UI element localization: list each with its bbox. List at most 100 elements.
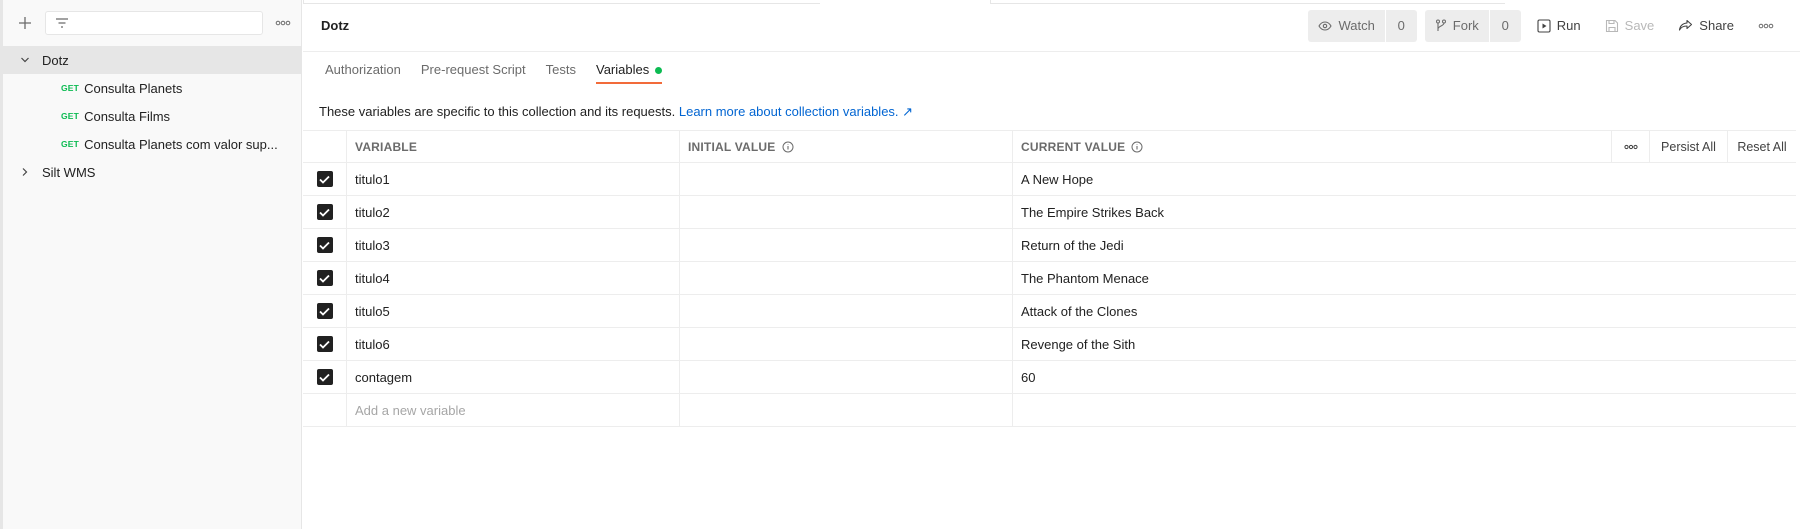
filter-input[interactable]: [45, 11, 263, 35]
share-button[interactable]: Share: [1670, 10, 1742, 42]
fork-count[interactable]: 0: [1488, 9, 1521, 42]
tab-authorization[interactable]: Authorization: [315, 60, 411, 92]
checkbox-cell: [303, 361, 347, 393]
collection-item-silt-wms[interactable]: Silt WMS: [3, 158, 301, 186]
initial-value-cell[interactable]: [680, 229, 1013, 261]
variable-name-cell[interactable]: titulo1: [347, 163, 680, 195]
header-initial-value: INITIAL VALUE: [680, 131, 1013, 162]
checkbox-cell: [303, 295, 347, 327]
page-title: Dotz: [321, 18, 350, 33]
current-value-cell[interactable]: The Empire Strikes Back: [1013, 196, 1796, 228]
enable-checkbox[interactable]: [316, 237, 333, 253]
chevron-down-icon[interactable]: [18, 53, 32, 67]
initial-value-cell[interactable]: [680, 394, 1013, 426]
header-more-button[interactable]: [1750, 10, 1782, 42]
request-item-consulta-films[interactable]: GET Consulta Films: [3, 102, 301, 130]
new-collection-button[interactable]: [13, 11, 37, 35]
header-checkbox-cell: [303, 131, 347, 162]
check-icon: [319, 307, 330, 316]
current-value-cell[interactable]: [1013, 394, 1796, 426]
enable-checkbox[interactable]: [316, 204, 333, 220]
current-value-cell[interactable]: 60: [1013, 361, 1796, 393]
table-more-button[interactable]: [1612, 131, 1650, 162]
watch-count[interactable]: 0: [1384, 9, 1417, 42]
initial-value-cell[interactable]: [680, 295, 1013, 327]
run-button[interactable]: Run: [1529, 10, 1589, 42]
request-method: GET: [61, 139, 80, 149]
current-value-cell[interactable]: Return of the Jedi: [1013, 229, 1796, 261]
add-variable-row: Add a new variable: [303, 394, 1796, 427]
learn-more-link[interactable]: Learn more about collection variables. ↗: [679, 104, 913, 119]
persist-all-button[interactable]: Persist All: [1650, 131, 1728, 162]
run-label: Run: [1556, 18, 1581, 33]
request-name: Consulta Planets com valor sup...: [84, 136, 278, 152]
add-variable-input[interactable]: Add a new variable: [347, 394, 680, 426]
enable-checkbox[interactable]: [316, 171, 333, 187]
checkbox-cell: [303, 262, 347, 294]
enable-checkbox[interactable]: [316, 336, 333, 352]
sidebar-toolbar: [3, 0, 301, 46]
request-name: Consulta Films: [84, 108, 171, 124]
initial-value-cell[interactable]: [680, 262, 1013, 294]
tab-tests[interactable]: Tests: [536, 60, 586, 92]
check-icon: [319, 175, 330, 184]
enable-checkbox[interactable]: [316, 369, 333, 385]
request-method: GET: [61, 111, 80, 121]
more-horizontal-icon: [1758, 23, 1774, 28]
more-horizontal-icon: [275, 20, 291, 26]
collection-name: Silt WMS: [42, 164, 96, 180]
request-item-consulta-planets-valor[interactable]: GET Consulta Planets com valor sup...: [3, 130, 301, 158]
fork-label: Fork: [1452, 18, 1479, 33]
enable-checkbox[interactable]: [316, 303, 333, 319]
save-button[interactable]: Save: [1597, 10, 1663, 42]
variables-description: These variables are specific to this col…: [303, 92, 1800, 128]
header-current-value: CURRENT VALUE: [1013, 131, 1612, 162]
check-icon: [319, 208, 330, 217]
current-value-cell[interactable]: Attack of the Clones: [1013, 295, 1796, 327]
table-row: titulo1 A New Hope: [303, 163, 1796, 196]
description-text: These variables are specific to this col…: [319, 104, 676, 119]
tab-pre-request-script[interactable]: Pre-request Script: [411, 60, 536, 92]
table-row: titulo3 Return of the Jedi: [303, 229, 1796, 262]
chevron-right-icon[interactable]: [18, 165, 32, 179]
variable-name-cell[interactable]: titulo4: [347, 262, 680, 294]
table-row: contagem 60: [303, 361, 1796, 394]
current-value-cell[interactable]: A New Hope: [1013, 163, 1796, 195]
filter-icon: [56, 18, 68, 28]
initial-value-cell[interactable]: [680, 361, 1013, 393]
watch-control: Watch 0: [1308, 9, 1417, 42]
more-horizontal-icon: [1623, 144, 1638, 149]
request-item-consulta-planets[interactable]: GET Consulta Planets: [3, 74, 301, 102]
collection-header: Dotz Watch 0 Fork 0 Run Save Share: [303, 0, 1800, 52]
header-actions: Watch 0 Fork 0 Run Save Share: [1308, 9, 1782, 42]
initial-value-cell[interactable]: [680, 328, 1013, 360]
variable-name-cell[interactable]: titulo2: [347, 196, 680, 228]
watch-button[interactable]: Watch: [1308, 10, 1384, 42]
current-value-cell[interactable]: The Phantom Menace: [1013, 262, 1796, 294]
current-value-cell[interactable]: Revenge of the Sith: [1013, 328, 1796, 360]
variable-name-cell[interactable]: titulo6: [347, 328, 680, 360]
status-dot: [655, 67, 663, 74]
table-row: titulo6 Revenge of the Sith: [303, 328, 1796, 361]
variable-name-cell[interactable]: contagem: [347, 361, 680, 393]
sidebar: Dotz GET Consulta Planets GET Consulta F…: [0, 0, 302, 529]
eye-icon: [1318, 20, 1333, 31]
table-row: titulo2 The Empire Strikes Back: [303, 196, 1796, 229]
initial-value-cell[interactable]: [680, 163, 1013, 195]
enable-checkbox[interactable]: [316, 270, 333, 286]
variable-name-cell[interactable]: titulo3: [347, 229, 680, 261]
checkbox-cell: [303, 229, 347, 261]
fork-button[interactable]: Fork: [1425, 10, 1489, 42]
collection-item-dotz[interactable]: Dotz: [3, 46, 301, 74]
initial-value-cell[interactable]: [680, 196, 1013, 228]
info-icon[interactable]: [782, 141, 794, 153]
reset-all-button[interactable]: Reset All: [1728, 131, 1796, 162]
checkbox-cell: [303, 196, 347, 228]
play-icon: [1537, 18, 1551, 33]
header-current-label: CURRENT VALUE: [1021, 139, 1126, 154]
sidebar-more-button[interactable]: [271, 11, 295, 35]
info-icon[interactable]: [1131, 141, 1143, 153]
variables-rows: titulo1 A New Hope titulo2 The Empire Strik…: [303, 163, 1796, 394]
variable-name-cell[interactable]: titulo5: [347, 295, 680, 327]
tab-variables[interactable]: Variables: [586, 60, 672, 92]
